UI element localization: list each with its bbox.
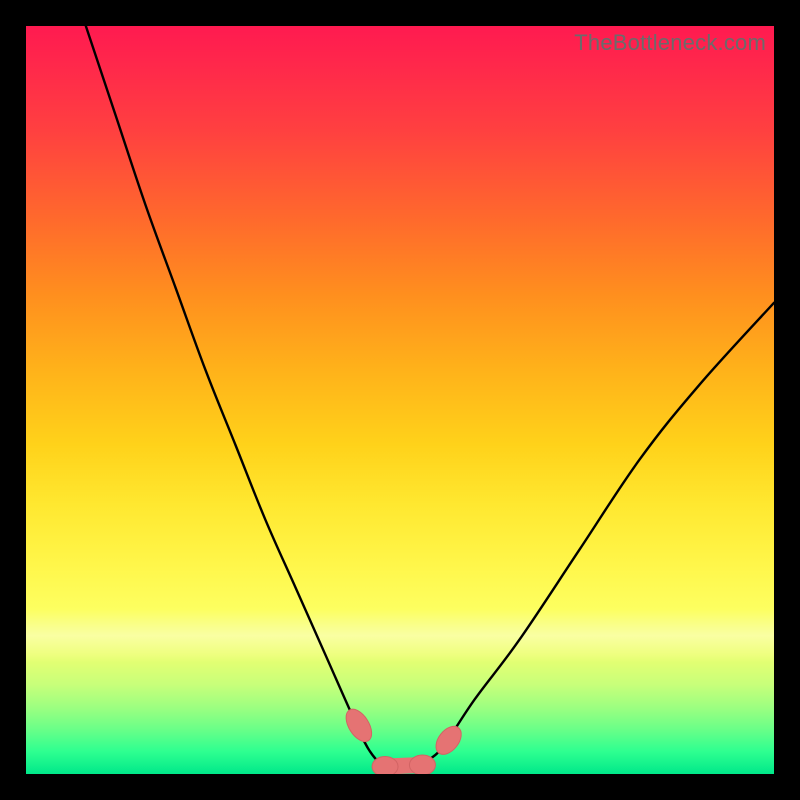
marker-group <box>341 705 467 774</box>
curve-layer <box>26 26 774 774</box>
marker-left-end <box>341 705 377 746</box>
bottleneck-curve <box>86 26 774 768</box>
plot-area: TheBottleneck.com <box>26 26 774 774</box>
marker-flat-right <box>409 755 435 774</box>
outer-frame: TheBottleneck.com <box>0 0 800 800</box>
marker-flat-left <box>372 757 398 774</box>
watermark-text: TheBottleneck.com <box>574 30 766 56</box>
